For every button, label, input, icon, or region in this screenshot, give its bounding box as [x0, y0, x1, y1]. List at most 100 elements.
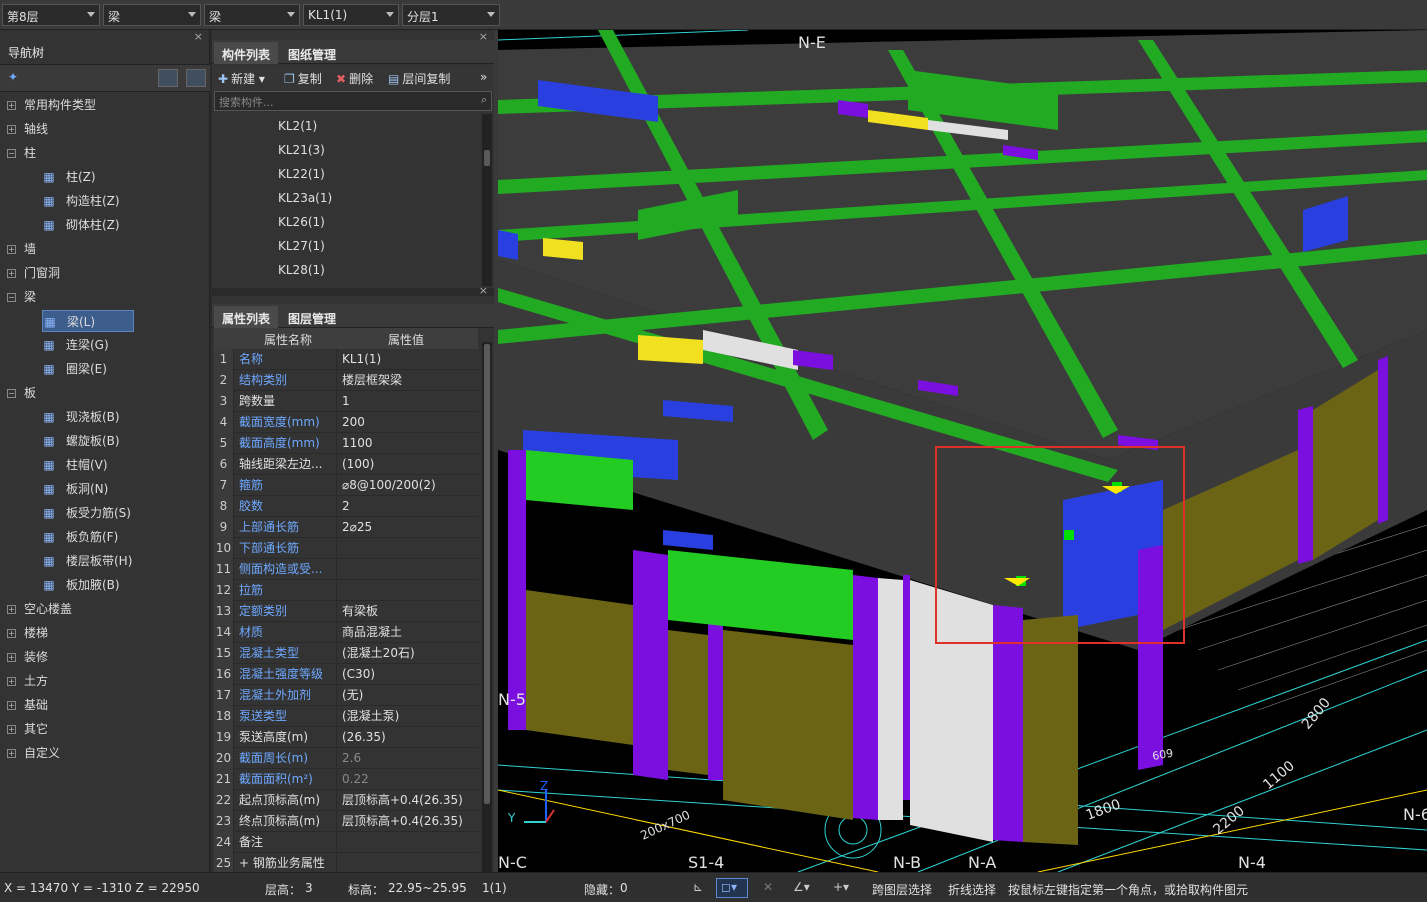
list-view-icon[interactable] — [158, 69, 178, 87]
snap-toggle[interactable]: ◻▾ — [716, 878, 748, 898]
nav-subitem[interactable]: ▦ 柱帽(V) — [42, 454, 182, 476]
property-row[interactable]: 22 起点顶标高(m) 层顶标高+0.4(26.35) — [214, 790, 478, 811]
property-value[interactable]: 2.6 — [338, 748, 478, 769]
property-value[interactable] — [338, 580, 478, 601]
property-value[interactable]: 1 — [338, 391, 478, 412]
ortho-toggle[interactable]: ⊾ — [686, 878, 710, 898]
tab-component-list[interactable]: 构件列表 — [214, 42, 279, 64]
property-row[interactable]: 5 截面高度(mm) 1100 — [214, 433, 478, 454]
nav-node[interactable]: − 柱 — [0, 142, 210, 164]
property-value[interactable]: 2⌀25 — [338, 517, 478, 538]
type-select[interactable]: 梁 — [103, 4, 201, 26]
cross-floor-select-button[interactable]: 跨图层选择 — [872, 881, 932, 898]
property-value[interactable]: 层顶标高+0.4(26.35) — [338, 811, 478, 832]
property-value[interactable] — [338, 853, 478, 874]
property-row[interactable]: 18 泵送类型 (混凝土泵) — [214, 706, 478, 727]
property-row[interactable]: 17 混凝土外加剂 (无) — [214, 685, 478, 706]
property-value[interactable]: (混凝土20石) — [338, 643, 478, 664]
angle-toggle[interactable]: ∠▾ — [788, 878, 820, 898]
viewport-canvas[interactable]: N-E N-5 N-C S1-4 N-B N-A N-4 N-6 2200 11… — [498, 30, 1427, 872]
search-icon[interactable]: ⌕ — [481, 93, 487, 107]
component-list-item[interactable]: KL27(1) — [278, 234, 325, 258]
nav-node[interactable]: + 常用构件类型 — [0, 94, 210, 116]
subtype-select[interactable]: 梁 — [204, 4, 300, 26]
component-list-item[interactable]: KL2(1) — [278, 114, 317, 138]
collapse-icon[interactable]: − — [7, 149, 16, 158]
polyline-select-button[interactable]: 折线选择 — [948, 881, 996, 898]
expand-icon[interactable]: + — [7, 749, 16, 758]
collapse-icon[interactable]: − — [7, 293, 16, 302]
component-select[interactable]: KL1(1) — [303, 4, 399, 26]
property-value[interactable]: ⌀8@100/200(2) — [338, 475, 478, 496]
property-value[interactable]: 层顶标高+0.4(26.35) — [338, 790, 478, 811]
property-row[interactable]: 1 名称 KL1(1) — [214, 349, 478, 370]
nav-subitem[interactable]: ▦ 螺旋板(B) — [42, 430, 182, 452]
more-button[interactable]: » — [480, 70, 487, 84]
nav-node[interactable]: + 墙 — [0, 238, 210, 260]
expand-icon[interactable]: + — [7, 653, 16, 662]
property-row[interactable]: 3 跨数量 1 — [214, 391, 478, 412]
nav-node[interactable]: + 装修 — [0, 646, 210, 668]
nav-subitem[interactable]: ▦ 板受力筋(S) — [42, 502, 182, 524]
property-row[interactable]: 4 截面宽度(mm) 200 — [214, 412, 478, 433]
floor-copy-button[interactable]: ▤ 层间复制 — [388, 70, 450, 87]
nav-node[interactable]: + 其它 — [0, 718, 210, 740]
offset-toggle[interactable]: +▾ — [828, 878, 860, 898]
expand-icon[interactable]: + — [7, 101, 16, 110]
nav-node[interactable]: + 土方 — [0, 670, 210, 692]
copy-button[interactable]: ❐ 复制 — [284, 70, 322, 87]
nav-subitem[interactable]: ▦ 柱(Z) — [42, 166, 182, 188]
expand-icon[interactable]: + — [7, 677, 16, 686]
nav-subitem[interactable]: ▦ 构造柱(Z) — [42, 190, 182, 212]
new-button[interactable]: ✚ 新建 ▾ — [218, 70, 265, 87]
nav-subitem[interactable]: ▦ 圈梁(E) — [42, 358, 182, 380]
expand-icon[interactable]: + — [7, 725, 16, 734]
nav-node[interactable]: + 基础 — [0, 694, 210, 716]
property-value[interactable]: 0.22 — [338, 769, 478, 790]
component-list-item[interactable]: KL26(1) — [278, 210, 325, 234]
property-value[interactable]: (100) — [338, 454, 478, 475]
grip-point[interactable] — [1064, 530, 1074, 540]
component-list-item[interactable]: KL23a(1) — [278, 186, 332, 210]
nav-node[interactable]: + 空心楼盖 — [0, 598, 210, 620]
nav-subitem[interactable]: ▦ 现浇板(B) — [42, 406, 182, 428]
collapse-icon[interactable]: − — [7, 389, 16, 398]
3d-viewport[interactable]: N-E N-5 N-C S1-4 N-B N-A N-4 N-6 2200 11… — [498, 30, 1427, 872]
property-row[interactable]: 9 上部通长筋 2⌀25 — [214, 517, 478, 538]
property-value[interactable] — [338, 559, 478, 580]
property-value[interactable]: 1100 — [338, 433, 478, 454]
nav-subitem[interactable]: ▦ 板加腋(B) — [42, 574, 182, 596]
property-value[interactable] — [338, 832, 478, 853]
property-value[interactable]: (26.35) — [338, 727, 478, 748]
close-icon[interactable]: × — [479, 30, 488, 43]
nav-subitem[interactable]: ▦ 梁(L) — [42, 310, 134, 332]
expand-icon[interactable]: + — [7, 125, 16, 134]
close-icon[interactable]: × — [479, 284, 488, 297]
tab-drawing-management[interactable]: 图纸管理 — [280, 42, 344, 64]
expand-icon[interactable]: + — [7, 245, 16, 254]
property-value[interactable]: 商品混凝土 — [338, 622, 478, 643]
property-row[interactable]: 7 箍筋 ⌀8@100/200(2) — [214, 475, 478, 496]
nav-node[interactable]: − 梁 — [0, 286, 210, 308]
close-icon[interactable]: × — [194, 30, 203, 43]
sparkle-icon[interactable]: ✦ — [8, 70, 18, 84]
expand-icon[interactable]: + — [7, 269, 16, 278]
component-search-input[interactable]: 搜索构件... ⌕ — [214, 91, 492, 111]
property-row[interactable]: 2 结构类别 楼层框架梁 — [214, 370, 478, 391]
tab-layer-management[interactable]: 图层管理 — [280, 306, 344, 328]
property-row[interactable]: 6 轴线距梁左边... (100) — [214, 454, 478, 475]
expand-icon[interactable]: + — [7, 605, 16, 614]
card-view-icon[interactable] — [186, 69, 206, 87]
property-row[interactable]: 24 备注 — [214, 832, 478, 853]
property-row[interactable]: 14 材质 商品混凝土 — [214, 622, 478, 643]
property-value[interactable]: 200 — [338, 412, 478, 433]
nav-subitem[interactable]: ▦ 板负筋(F) — [42, 526, 182, 548]
nav-node[interactable]: + 自定义 — [0, 742, 210, 764]
tab-property-list[interactable]: 属性列表 — [214, 306, 279, 328]
property-row[interactable]: 11 侧面构造或受... — [214, 559, 478, 580]
property-scrollbar[interactable] — [482, 342, 492, 872]
scrollbar-thumb[interactable] — [484, 150, 490, 166]
property-row[interactable]: 25 + 钢筋业务属性 — [214, 853, 478, 874]
property-row[interactable]: 19 泵送高度(m) (26.35) — [214, 727, 478, 748]
nav-node[interactable]: + 轴线 — [0, 118, 210, 140]
